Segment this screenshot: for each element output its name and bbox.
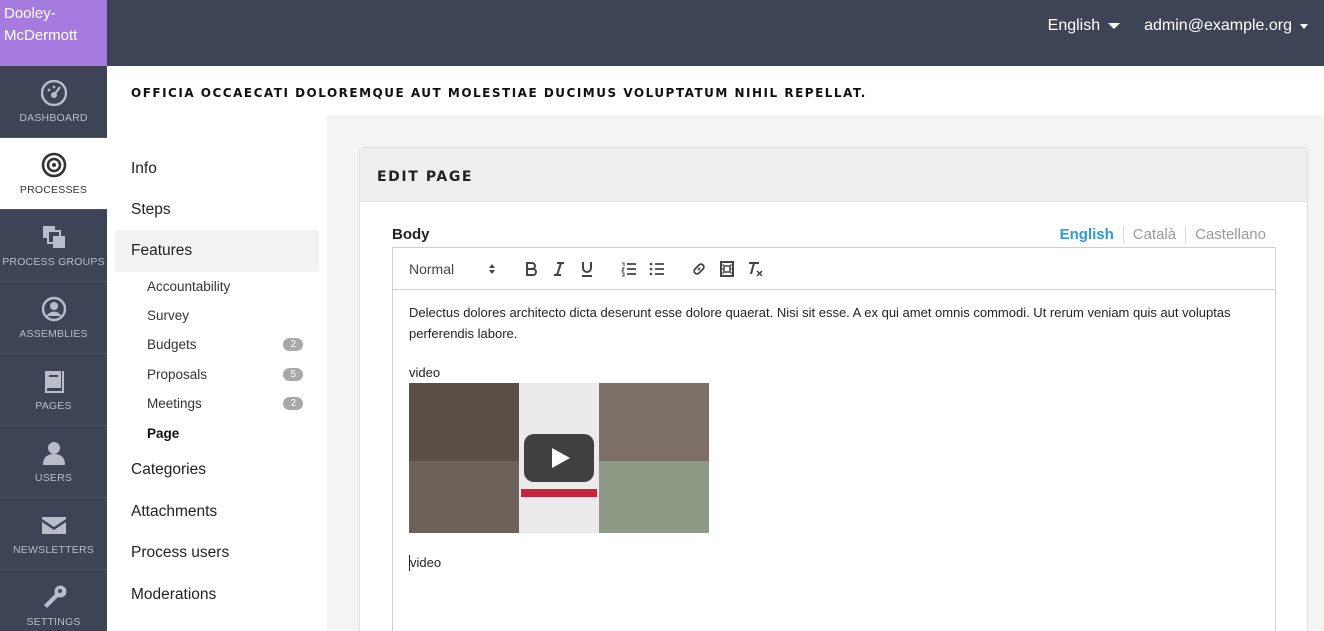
page-title: OFFICIA OCCAECATI DOLOREMQUE AUT MOLESTI… [131, 86, 867, 100]
nav-dashboard[interactable]: DASHBOARD [0, 66, 107, 138]
assemblies-icon [41, 296, 66, 321]
nav-assemblies[interactable]: ASSEMBLIES [0, 282, 107, 354]
tab-catala[interactable]: Català [1122, 226, 1185, 243]
video-caption: video [409, 365, 441, 380]
settings-icon [43, 585, 66, 608]
nav-label: PAGES [35, 399, 72, 412]
editor-toolbar: Normal [393, 248, 1275, 290]
format-value: Normal [409, 260, 455, 277]
editor-content[interactable]: Delectus dolores architecto dicta deseru… [393, 290, 1275, 583]
component-label: Budgets [147, 337, 197, 352]
sidebar-item-steps[interactable]: Steps [131, 201, 171, 219]
nav-users[interactable]: USERS [0, 426, 107, 498]
tab-english[interactable]: English [1051, 226, 1123, 243]
component-label: Page [147, 426, 180, 441]
nav-label: PROCESS GROUPS [2, 255, 105, 268]
brand-line-2: McDermott [4, 27, 78, 44]
tab-castellano[interactable]: Castellano [1185, 226, 1275, 243]
nav-newsletters[interactable]: NEWSLETTERS [0, 498, 107, 570]
component-budgets[interactable]: Budgets 2 [147, 337, 303, 352]
language-tabs: English Català Castellano [1051, 226, 1275, 243]
component-accountability[interactable]: Accountability [147, 279, 303, 294]
user-email: admin@example.org [1144, 17, 1292, 34]
bullet-list-button[interactable] [643, 256, 671, 282]
component-label: Proposals [147, 367, 208, 382]
component-survey[interactable]: Survey [147, 308, 303, 323]
sidebar-item-features[interactable]: Features [115, 230, 319, 272]
play-icon[interactable] [524, 434, 594, 482]
page-title-bar: OFFICIA OCCAECATI DOLOREMQUE AUT MOLESTI… [107, 66, 1324, 115]
video-button[interactable] [713, 256, 741, 282]
chevron-down-icon [1108, 23, 1121, 29]
italic-icon [554, 261, 564, 276]
dashboard-icon [40, 79, 67, 106]
component-meetings[interactable]: Meetings 2 [147, 396, 303, 411]
main-sidebar: DASHBOARD PROCESSES PROCESS GROUPS ASSEM… [0, 66, 107, 631]
process-sidebar: Info Steps Features Accountability Surve… [107, 115, 327, 631]
newsletters-icon [41, 516, 66, 534]
process-groups-icon [42, 225, 65, 248]
sidebar-item-moderations[interactable]: Moderations [131, 586, 216, 604]
body-field-label: Body [392, 226, 430, 243]
clear-format-icon [749, 261, 763, 277]
underline-button[interactable] [573, 256, 601, 282]
sidebar-item-label: Features [131, 242, 193, 259]
sidebar-item-info[interactable]: Info [131, 160, 157, 178]
sidebar-item-process-users[interactable]: Process users [131, 544, 229, 562]
pages-icon [44, 370, 64, 393]
component-page[interactable]: Page [147, 426, 303, 441]
rich-text-editor: Normal Delectus dolores architecto dicta… [392, 247, 1276, 631]
user-menu[interactable]: admin@example.org [1144, 17, 1308, 35]
nav-label: PROCESSES [19, 183, 88, 196]
count-badge: 5 [283, 368, 303, 381]
nav-settings[interactable]: SETTINGS [0, 570, 107, 631]
component-label: Accountability [147, 279, 231, 294]
sidebar-item-categories[interactable]: Categories [131, 461, 206, 479]
component-proposals[interactable]: Proposals 5 [147, 367, 303, 382]
nav-processes[interactable]: PROCESSES [0, 138, 107, 210]
underline-icon [582, 261, 592, 277]
nav-label: NEWSLETTERS [13, 543, 94, 556]
component-label: Survey [147, 308, 190, 323]
video-icon [720, 260, 734, 277]
processes-icon [41, 152, 66, 177]
organization-brand[interactable]: Dooley- McDermott [0, 0, 107, 66]
language-dropdown[interactable]: English [1047, 17, 1121, 35]
count-badge: 2 [283, 397, 303, 410]
body-paragraph: Delectus dolores architecto dicta deseru… [409, 305, 1231, 341]
format-select[interactable]: Normal [409, 256, 495, 282]
nav-label: SETTINGS [26, 615, 81, 628]
ordered-list-button[interactable] [615, 256, 643, 282]
component-label: Meetings [147, 396, 202, 411]
link-button[interactable] [685, 256, 713, 282]
video-embed[interactable] [409, 383, 709, 533]
bold-button[interactable] [517, 256, 545, 282]
sidebar-item-attachments[interactable]: Attachments [131, 503, 217, 521]
count-badge: 2 [283, 338, 303, 351]
clear-format-button[interactable] [741, 256, 769, 282]
users-icon [42, 441, 65, 465]
nav-pages[interactable]: PAGES [0, 354, 107, 426]
select-arrows-icon [489, 263, 495, 274]
link-icon [693, 262, 705, 275]
italic-button[interactable] [545, 256, 573, 282]
nav-label: ASSEMBLIES [19, 327, 88, 340]
top-bar: Dooley- McDermott English admin@example.… [0, 0, 1324, 66]
nav-process-groups[interactable]: PROCESS GROUPS [0, 210, 107, 282]
brand-line-1: Dooley- [4, 5, 56, 22]
bullet-list-icon [649, 262, 664, 275]
bold-icon [526, 261, 537, 276]
card-title: EDIT PAGE [360, 148, 1307, 202]
nav-label: USERS [34, 471, 73, 484]
video-caption: video [409, 555, 1259, 571]
ordered-list-icon [621, 262, 636, 276]
edit-page-card: EDIT PAGE Body English Català Castellano… [359, 147, 1308, 631]
language-label: English [1047, 17, 1101, 34]
chevron-down-icon [1300, 23, 1308, 29]
nav-label: DASHBOARD [19, 111, 88, 124]
